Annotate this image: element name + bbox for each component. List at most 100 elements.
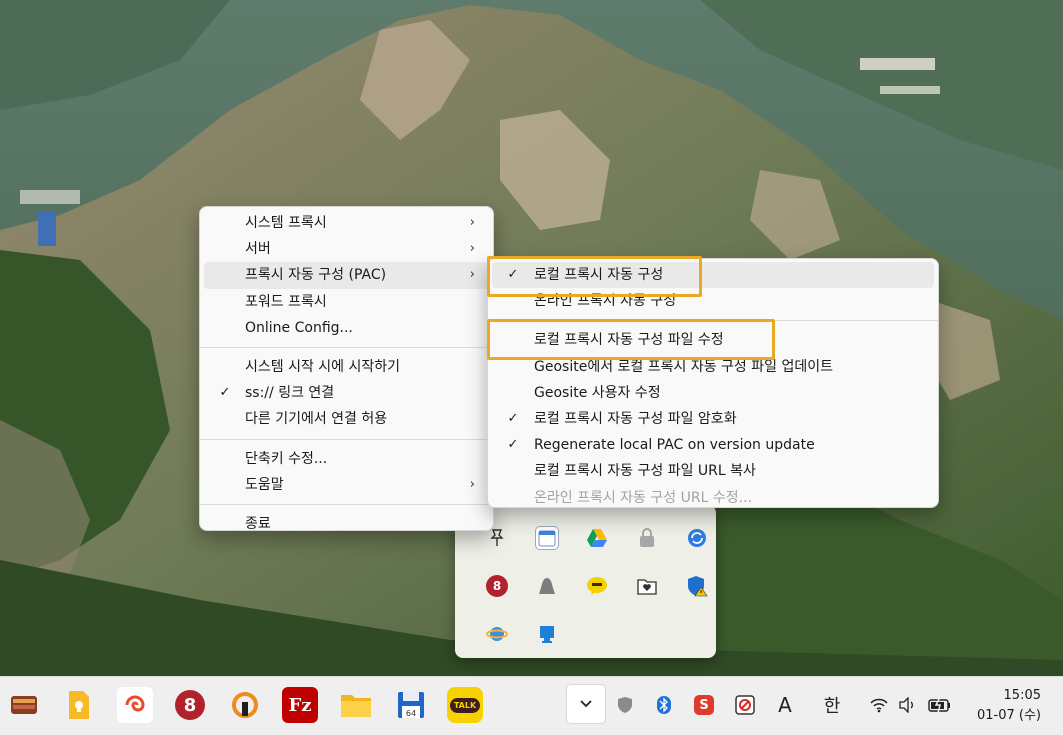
taskbar-clock[interactable]: 15:05 01-07 (수) [977, 686, 1041, 726]
tray-shield-button[interactable] [613, 693, 637, 717]
chevron-right-icon: › [469, 215, 475, 230]
tray-blocked-app-button[interactable] [733, 693, 757, 717]
main-menu-item[interactable]: 시스템 프록시 › [204, 210, 489, 236]
main-menu-item[interactable]: Online Config... [204, 315, 489, 341]
main-menu-separator [200, 346, 493, 348]
taskbar-app-filezilla[interactable]: Fz [282, 687, 318, 723]
pac-submenu-item[interactable]: 로컬 프록시 자동 구성 파일 URL 복사 [492, 458, 934, 484]
taskbar-app-vpn[interactable] [227, 687, 263, 723]
taskbar-app-kakaotalk[interactable]: TALK [447, 687, 483, 723]
taskbar: 8 Fz 64 TALK S A 한 15:05 01-07 (수) [0, 676, 1063, 735]
main-menu-item[interactable]: 다른 기기에서 연결 허용 [204, 406, 489, 432]
main-menu-item[interactable]: 종료 [204, 511, 489, 537]
main-menu-item[interactable]: ✓ ss:// 링크 연결 [204, 380, 489, 406]
show-hidden-icons-button[interactable] [566, 684, 606, 724]
tray-globe-button[interactable] [472, 610, 522, 658]
main-menu-item[interactable]: 서버 › [204, 236, 489, 262]
main-menu-item-label: 도움말 [245, 476, 284, 493]
volume-icon [899, 697, 913, 713]
taskbar-app-file-explorer[interactable] [338, 687, 374, 723]
tray-bluetooth-button[interactable] [652, 693, 676, 717]
checkmark-icon: ✓ [507, 267, 519, 282]
chevron-right-icon: › [469, 241, 475, 257]
main-menu-item[interactable]: 단축키 수정... [204, 446, 489, 472]
taskbar-app-browser-swirl[interactable] [117, 687, 153, 723]
chevron-right-icon: › [469, 476, 475, 492]
battery-charging-icon [928, 697, 950, 713]
pac-submenu-item-label: 온라인 프록시 자동 구성 URL 수정... [534, 489, 752, 506]
blocked-app-icon [735, 695, 755, 715]
checkmark-icon: ✓ [507, 410, 519, 426]
chevron-down-icon [580, 700, 592, 708]
browser-swirl-app-icon [123, 693, 147, 717]
taskbar-app-8[interactable]: 8 [172, 687, 208, 723]
main-menu-item[interactable]: 시스템 시작 시에 시작하기 [204, 354, 489, 380]
tray-security-warning-button[interactable] [672, 562, 722, 610]
main-menu-item-label: ss:// 링크 연결 [245, 385, 335, 402]
pac-submenu-item-label: 온라인 프록시 자동 구성 [534, 293, 677, 310]
main-menu-item[interactable]: 도움말 › [204, 472, 489, 498]
main-menu-item-label: 다른 기기에서 연결 허용 [245, 411, 388, 428]
main-menu-separator [200, 503, 493, 505]
main-menu-item-label: 시스템 프록시 [245, 215, 327, 231]
note-app-icon [69, 691, 89, 719]
main-menu-item[interactable]: 프록시 자동 구성 (PAC) › [204, 262, 489, 289]
pac-submenu-item[interactable]: ✓ 로컬 프록시 자동 구성 파일 암호화 [492, 406, 934, 432]
ghost-icon [536, 575, 558, 597]
tray-lock-button[interactable] [622, 514, 672, 562]
vpn-app-icon [232, 692, 258, 718]
main-menu-item-label: 단축키 수정... [245, 450, 328, 467]
pac-submenu-item-label: Regenerate local PAC on version update [534, 437, 815, 454]
chevron-right-icon: › [469, 267, 475, 283]
tray-sync-button[interactable] [672, 514, 722, 562]
tray-calendar-button[interactable] [522, 514, 572, 562]
taskbar-app-floppy-save[interactable]: 64 [393, 687, 429, 723]
app-8-icon: 8 [175, 690, 205, 720]
filezilla-icon: Fz [288, 694, 312, 716]
tray-folder-heart-button[interactable] [622, 562, 672, 610]
tray-kakaotalk-chat-button[interactable] [572, 562, 622, 610]
tray-s-app-button[interactable]: S [692, 693, 716, 717]
monitor-icon [536, 623, 558, 645]
pac-submenu-item: 온라인 프록시 자동 구성 URL 수정... [492, 485, 934, 511]
pac-submenu-item[interactable]: ✓ Regenerate local PAC on version update [492, 432, 934, 458]
pac-submenu-item[interactable]: Geosite 사용자 수정 [492, 380, 934, 406]
taskbar-app-note[interactable] [61, 687, 97, 723]
file-explorer-icon [341, 695, 371, 717]
tray-app-8-button[interactable]: 8 [472, 562, 522, 610]
tray-monitor-button[interactable] [522, 610, 572, 658]
main-menu-item[interactable]: 포워드 프록시 [204, 289, 489, 315]
pac-submenu-item[interactable]: ✓ 로컬 프록시 자동 구성 [492, 262, 934, 289]
tray-battery-button[interactable] [928, 693, 952, 717]
tray-overflow-grid: 8 [472, 514, 722, 658]
folder-heart-icon [636, 575, 658, 597]
pac-submenu-item-label: 로컬 프록시 자동 구성 파일 암호화 [534, 410, 737, 427]
tray-google-drive-button[interactable] [572, 514, 622, 562]
checkmark-icon: ✓ [507, 437, 519, 453]
wifi-icon [870, 698, 888, 713]
kakaotalk-icon: TALK [449, 697, 481, 713]
pac-submenu-item[interactable]: Geosite에서 로컬 프록시 자동 구성 파일 업데이트 [492, 354, 934, 380]
svg-text:64: 64 [406, 709, 416, 718]
ime-korean-button[interactable]: 한 [820, 693, 844, 717]
bluetooth-icon [657, 696, 671, 714]
pac-submenu-item-label: 로컬 프록시 자동 구성 파일 수정 [534, 332, 724, 349]
pac-submenu-item[interactable]: 온라인 프록시 자동 구성 [492, 288, 934, 314]
floppy-save-app-icon: 64 [398, 692, 424, 718]
ime-english-button[interactable]: A [773, 693, 797, 717]
checkmark-icon: ✓ [219, 385, 231, 401]
calendar-icon [535, 526, 559, 550]
s-app-icon: S [694, 695, 714, 715]
kakaotalk-chat-icon [586, 575, 608, 597]
pac-submenu-item[interactable]: 로컬 프록시 자동 구성 파일 수정 [492, 327, 934, 353]
main-menu-item-label: 프록시 자동 구성 (PAC) [245, 267, 387, 284]
sync-icon [686, 527, 708, 549]
taskbar-app-book[interactable] [6, 687, 42, 723]
tray-volume-button[interactable] [896, 693, 920, 717]
tray-wifi-button[interactable] [867, 693, 891, 717]
google-drive-icon [586, 527, 608, 549]
app-8-icon: 8 [486, 575, 508, 597]
main-menu-item-label: 시스템 시작 시에 시작하기 [245, 358, 401, 375]
main-menu-separator [200, 438, 493, 440]
tray-ghost-button[interactable] [522, 562, 572, 610]
